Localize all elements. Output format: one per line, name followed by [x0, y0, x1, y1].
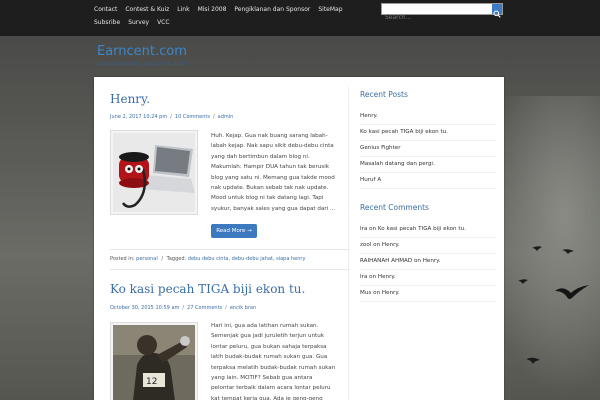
- post-author[interactable]: admin: [218, 114, 234, 120]
- post-meta: June 2, 2017 10:24 pm/10 Comments / admin: [110, 114, 233, 120]
- tag-link[interactable]: debu-debu jahat: [232, 256, 273, 262]
- post-title[interactable]: Ko kasi pecah TIGA biji ekon tu.: [110, 282, 305, 296]
- nav-item-sitemap[interactable]: SiteMap: [318, 3, 342, 16]
- comment-post-link[interactable]: Ko kasi pecah TIGA biji ekon tu.: [378, 226, 466, 232]
- nav-item-contest[interactable]: Contest & Kuiz: [125, 3, 169, 16]
- recent-comments-list: Ira on Ko kasi pecah TIGA biji ekon tu. …: [360, 222, 496, 302]
- comment-author-link[interactable]: Mus: [360, 290, 371, 296]
- comment-on-label: on: [369, 226, 377, 232]
- comment-post-link[interactable]: Henry.: [382, 290, 400, 296]
- nav-item-link[interactable]: Link: [177, 3, 189, 16]
- search-button[interactable]: [492, 4, 502, 18]
- bird-silhouette-3: [562, 249, 574, 254]
- recent-posts-widget: Recent Posts Henry. Ko kasi pecah TIGA b…: [360, 90, 496, 189]
- comment-author-link[interactable]: RAIHANAH AHMAD: [360, 258, 412, 264]
- bird-silhouette-5: [526, 357, 540, 364]
- nav-item-misi-2008[interactable]: Misi 2008: [198, 3, 227, 16]
- meta-separator: /: [212, 114, 215, 120]
- comment-on-label: on: [413, 258, 421, 264]
- sidebar-divider: [348, 87, 349, 400]
- recent-comments-title: Recent Comments: [360, 203, 429, 212]
- comment-on-label: on: [373, 290, 381, 296]
- search-box: [381, 3, 503, 23]
- post-footer: Posted in: personal / Tagged: debu debu …: [110, 256, 306, 262]
- post-title[interactable]: Henry.: [110, 92, 150, 106]
- site-tagline: Like our business, play online, stuff: [97, 61, 186, 67]
- recent-comment-item: Mus on Henry.: [360, 286, 496, 302]
- top-navbar: Contact Contest & Kuiz Link Misi 2008 Pe…: [0, 0, 600, 36]
- post-thumbnail[interactable]: 12: [110, 322, 198, 400]
- meta-separator: /: [170, 114, 172, 120]
- recent-comment-item: Ira on Ko kasi pecah TIGA biji ekon tu.: [360, 222, 496, 238]
- recent-posts-list: Henry. Ko kasi pecah TIGA biji ekon tu. …: [360, 109, 496, 189]
- read-more-button[interactable]: Read More →: [211, 224, 257, 238]
- recent-post-item[interactable]: Masalah datang dan pergi.: [360, 157, 496, 173]
- recent-post-item[interactable]: Ko kasi pecah TIGA biji ekon tu.: [360, 125, 496, 141]
- recent-comment-item: Ira on Henry.: [360, 270, 496, 286]
- post-date[interactable]: October 30, 2015 10:59 am: [110, 305, 179, 311]
- post-meta: October 30, 2015 10:59 am/27 Comments / en…: [110, 305, 256, 311]
- comment-post-link[interactable]: Henry.: [423, 258, 441, 264]
- svg-text:12: 12: [146, 377, 157, 387]
- post-date[interactable]: June 2, 2017 10:24 pm: [110, 114, 167, 120]
- post-comments-link[interactable]: 10 Comments: [175, 114, 210, 120]
- meta-separator: /: [161, 256, 164, 262]
- comment-post-link[interactable]: Henry.: [378, 274, 396, 280]
- comment-author-link[interactable]: zool: [360, 242, 371, 248]
- post-comments-link[interactable]: 27 Comments: [187, 305, 222, 311]
- bird-silhouette-1: [555, 285, 589, 299]
- recent-comment-item: RAIHANAH AHMAD on Henry.: [360, 254, 496, 270]
- comment-on-label: on: [373, 242, 381, 248]
- tagged-label: Tagged:: [166, 256, 187, 262]
- category-link[interactable]: personal: [136, 256, 158, 262]
- recent-comment-item: zool on Henry.: [360, 238, 496, 254]
- recent-post-item[interactable]: Huruf A: [360, 173, 496, 189]
- nav-item-vcc[interactable]: VCC: [157, 16, 169, 29]
- bird-silhouette-2: [532, 246, 542, 251]
- recent-posts-title: Recent Posts: [360, 90, 408, 99]
- comment-author-link[interactable]: Ira: [360, 226, 367, 232]
- post-excerpt: Huh. Kejap. Gua nak buang sarang labah-l…: [211, 133, 336, 212]
- meta-separator: /: [182, 305, 185, 311]
- post-divider: [110, 269, 350, 270]
- search-icon: [493, 10, 501, 18]
- recent-post-item[interactable]: Henry.: [360, 109, 496, 125]
- meta-separator: /: [225, 305, 227, 311]
- shot-put-athlete-image: 12: [113, 325, 195, 400]
- post-thumbnail[interactable]: [110, 130, 198, 215]
- comment-on-label: on: [369, 274, 377, 280]
- tag-link[interactable]: debu debu cinta: [188, 256, 229, 262]
- nav-item-pengiklanan[interactable]: Pengiklanan dan Sponsor: [234, 3, 310, 16]
- vacuum-laptop-image: [113, 133, 195, 212]
- nav-item-contact[interactable]: Contact: [94, 3, 117, 16]
- comment-author-link[interactable]: Ira: [360, 274, 367, 280]
- post-author[interactable]: encik bran: [230, 305, 256, 311]
- site-title[interactable]: Earncent.com: [97, 44, 187, 59]
- main-panel: Henry. June 2, 2017 10:24 pm/10 Comments…: [94, 77, 504, 400]
- search-input[interactable]: [382, 12, 492, 23]
- comment-post-link[interactable]: Henry.: [382, 242, 400, 248]
- post-divider: [110, 249, 350, 250]
- top-nav-menu: Contact Contest & Kuiz Link Misi 2008 Pe…: [94, 3, 374, 29]
- bird-silhouette-4: [518, 279, 528, 284]
- post-excerpt: Hari ini, gua ada latihan rumah sukan. S…: [211, 323, 336, 400]
- nav-item-survey[interactable]: Survey: [128, 16, 149, 29]
- recent-post-item[interactable]: Genius Fighter: [360, 141, 496, 157]
- posted-in-label: Posted in:: [110, 256, 135, 262]
- sidebar: Recent Posts Henry. Ko kasi pecah TIGA b…: [360, 90, 496, 316]
- tag-link[interactable]: siapa henry: [276, 256, 305, 262]
- nav-item-subsribe[interactable]: Subsribe: [94, 16, 120, 29]
- recent-comments-widget: Recent Comments Ira on Ko kasi pecah TIG…: [360, 203, 496, 302]
